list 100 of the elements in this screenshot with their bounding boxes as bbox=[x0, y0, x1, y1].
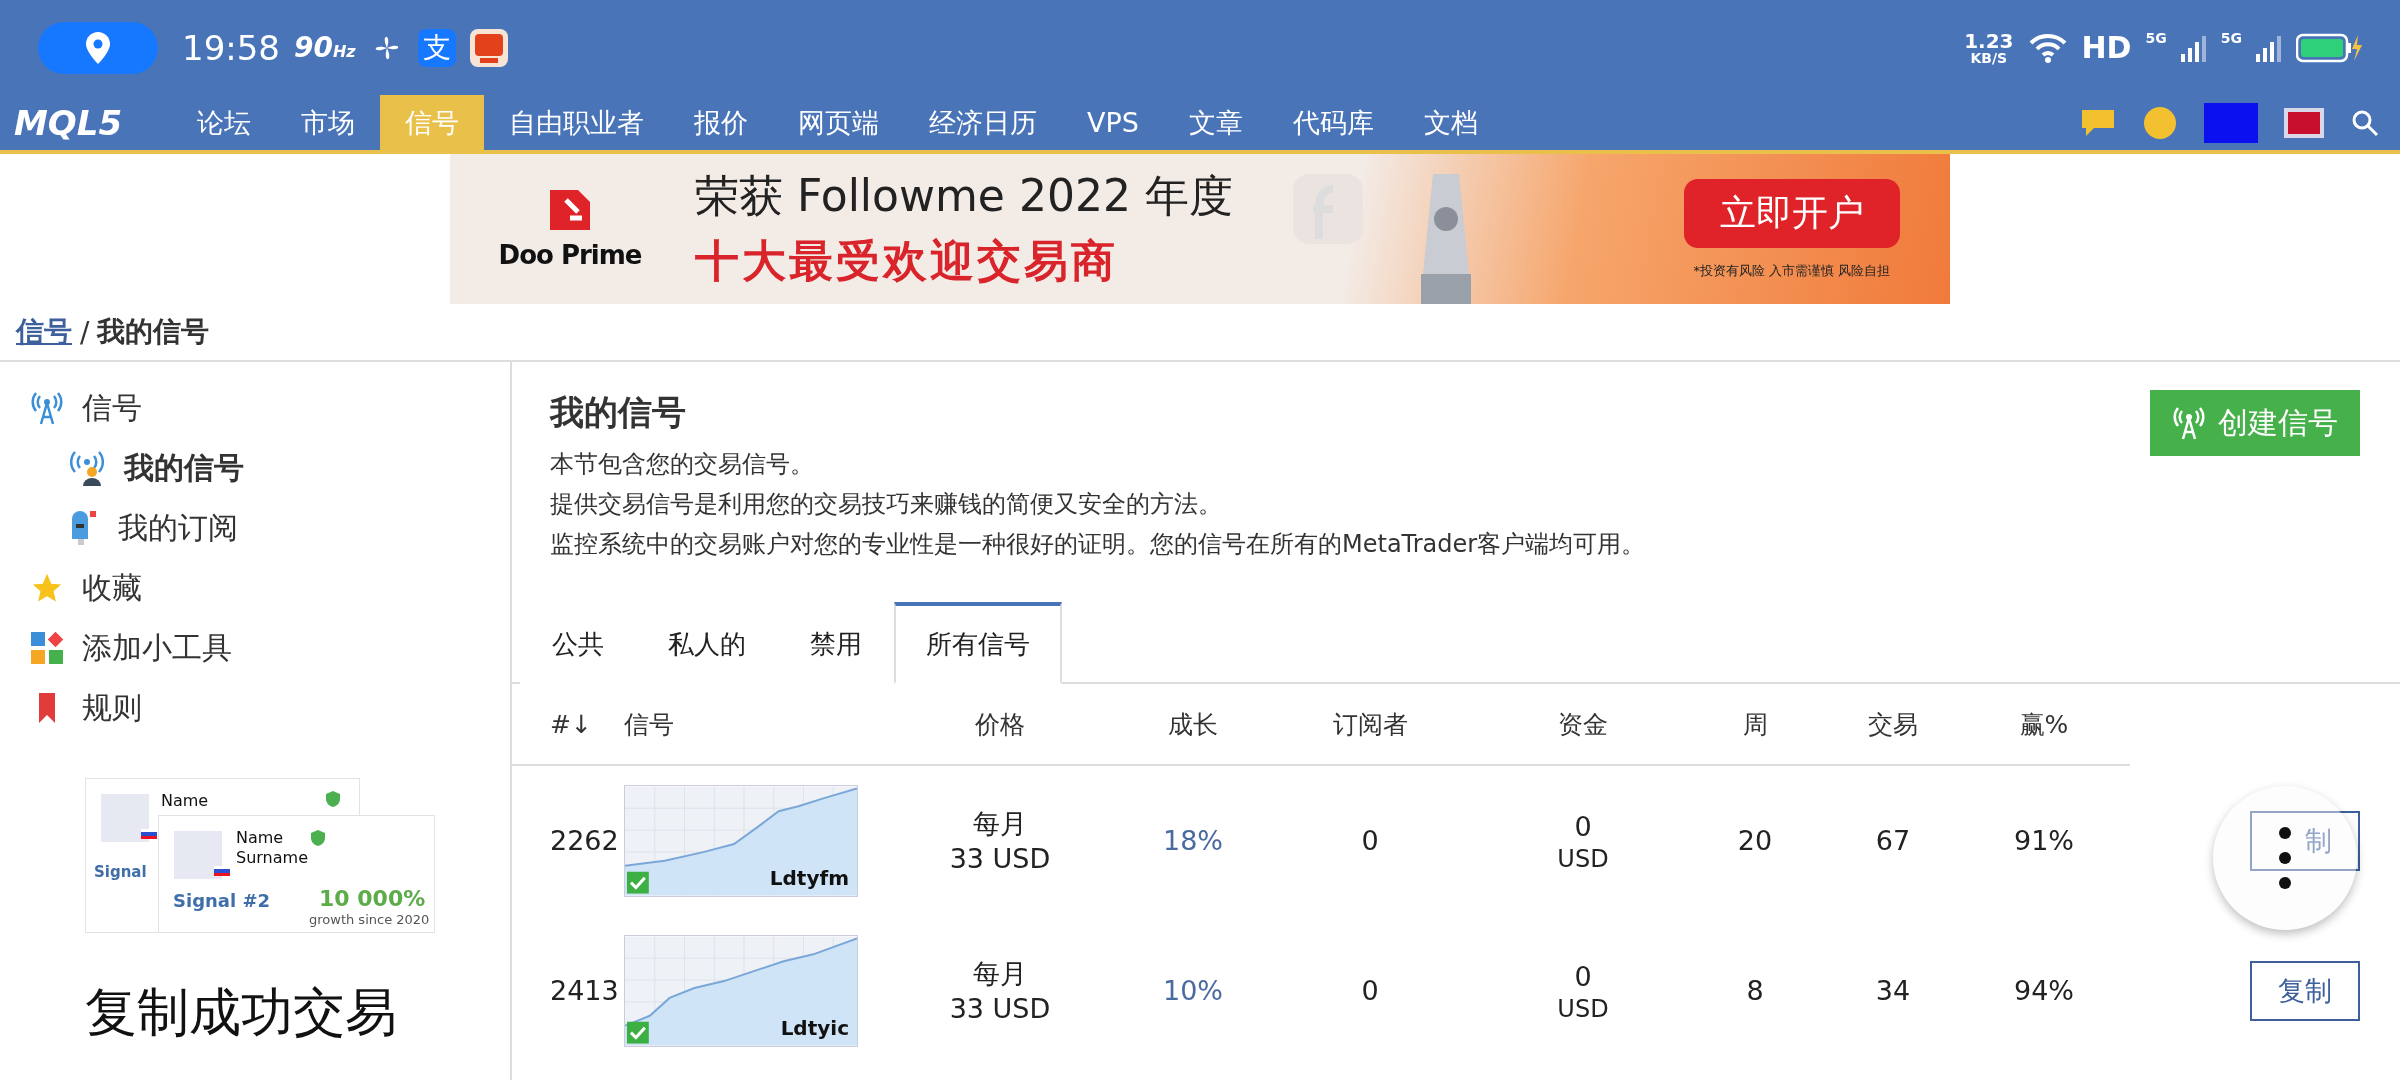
description-text: 本节包含您的交易信号。 bbox=[550, 449, 815, 480]
ad-banner[interactable]: Doo Prime 荣获 Followme 2022 年度 十大最受欢迎交易商 立即开户 *投资有风险 入市需谨慎 风险自担 bbox=[450, 154, 1950, 304]
shield-icon bbox=[326, 791, 340, 807]
sidebar-item[interactable]: 信号 bbox=[0, 378, 510, 438]
avatar-placeholder bbox=[101, 794, 149, 842]
nav-item[interactable]: 经济日历 bbox=[904, 95, 1063, 150]
sidebar-item[interactable]: 添加小工具 bbox=[0, 618, 510, 678]
table-cell-text: 0 bbox=[1361, 824, 1379, 859]
copy-button[interactable]: 复制 bbox=[2250, 961, 2360, 1021]
sidebar-item[interactable]: 收藏 bbox=[0, 558, 510, 618]
nav-item[interactable]: 自由职业者 bbox=[484, 95, 670, 150]
signal-strength-icon bbox=[2180, 33, 2207, 62]
column-header: 信号 bbox=[624, 708, 674, 741]
price-period: 每月 bbox=[973, 956, 1027, 991]
table-cell-text: 34 bbox=[1875, 974, 1911, 1009]
sidebar-item[interactable]: 我的订阅 bbox=[0, 498, 510, 558]
table-cell-text: 8 bbox=[1746, 974, 1764, 1009]
flag-icon bbox=[214, 866, 230, 876]
open-account-button[interactable]: 立即开户 bbox=[1684, 178, 1900, 248]
site-logo[interactable]: MQL5 bbox=[14, 95, 123, 150]
flag-icon[interactable] bbox=[2284, 107, 2324, 138]
flag-icon bbox=[141, 829, 157, 839]
description-text: 监控系统中的交易账户对您的专业性是一种很好的证明。您的信号在所有的MetaTrader客户端均可用。 bbox=[550, 529, 1647, 560]
nav-item[interactable]: 论坛 bbox=[172, 95, 277, 150]
signal-name: Ldtyfm bbox=[769, 866, 849, 890]
card-name: Name bbox=[161, 791, 209, 810]
shield-icon bbox=[311, 830, 325, 846]
tab[interactable]: 所有信号 bbox=[894, 602, 1062, 684]
table-cell-text: 94% bbox=[2014, 974, 2074, 1009]
table-cell-text: 91% bbox=[2014, 824, 2074, 859]
chat-icon[interactable] bbox=[2080, 107, 2116, 138]
price: 33 USD bbox=[949, 992, 1051, 1026]
table-cell-text: 0 bbox=[1361, 974, 1379, 1009]
column-header: 订阅者 bbox=[1332, 708, 1408, 741]
funds-amount: 0 bbox=[1574, 960, 1592, 995]
antenna-icon bbox=[30, 390, 64, 426]
battery-icon bbox=[2296, 32, 2362, 63]
card-name: Name bbox=[236, 828, 284, 847]
widgets-icon bbox=[30, 631, 64, 665]
table-cell-text: 20 bbox=[1737, 824, 1773, 859]
network-speed: 1.23 KB/S bbox=[1964, 30, 2014, 65]
signal-strength-icon bbox=[2256, 33, 2282, 62]
column-header: 价格 bbox=[975, 708, 1025, 741]
network-type: 5G bbox=[2145, 30, 2167, 46]
column-header: 成长 bbox=[1168, 708, 1218, 741]
network-type: 5G bbox=[2220, 30, 2242, 46]
brand-logo-icon bbox=[548, 188, 592, 232]
column-header: 资金 bbox=[1558, 708, 1608, 741]
nav-item[interactable]: 网页端 bbox=[773, 95, 905, 150]
more-icon bbox=[2278, 826, 2292, 890]
description-text: 提供交易信号是利用您的交易技巧来赚钱的简便又安全的方法。 bbox=[550, 489, 1223, 520]
breadcrumb-separator: / bbox=[80, 315, 90, 349]
column-header: 周 bbox=[1742, 708, 1768, 741]
funds-unit: USD bbox=[1557, 844, 1609, 873]
notification-icon[interactable] bbox=[2142, 104, 2178, 141]
price-period: 每月 bbox=[973, 806, 1027, 841]
sidebar-item[interactable]: 我的信号 bbox=[0, 438, 510, 498]
location-pin-icon bbox=[86, 31, 110, 64]
funds-amount: 0 bbox=[1574, 810, 1592, 845]
table-cell-text: 18% bbox=[1163, 824, 1223, 859]
column-header[interactable]: #↓ bbox=[512, 709, 592, 739]
promo-heading: 复制成功交易 bbox=[85, 981, 398, 1044]
nav-item[interactable]: 文档 bbox=[1398, 95, 1503, 150]
signal-name: Ldtyic bbox=[780, 1016, 849, 1040]
nav-item[interactable]: 文章 bbox=[1163, 95, 1268, 150]
card-signal: Signal #2 bbox=[173, 890, 271, 911]
nav-item[interactable]: 报价 bbox=[669, 95, 774, 150]
app-icon: 支 bbox=[417, 28, 456, 67]
column-header: 交易 bbox=[1868, 708, 1918, 741]
avatar-placeholder bbox=[174, 831, 222, 879]
table-cell-text: 67 bbox=[1875, 824, 1911, 859]
nav-item[interactable]: 代码库 bbox=[1267, 95, 1399, 150]
clock: 19:58 bbox=[182, 27, 280, 68]
price: 33 USD bbox=[949, 842, 1051, 876]
card-signal: Signal bbox=[94, 863, 147, 881]
shopping-app-icon bbox=[469, 28, 508, 67]
card-growth: 10 000% bbox=[319, 886, 426, 911]
table-cell-text: 2413 bbox=[549, 974, 619, 1009]
page-title: 我的信号 bbox=[550, 391, 687, 434]
column-header: 赢% bbox=[2019, 708, 2069, 741]
nav-item[interactable]: VPS bbox=[1062, 95, 1164, 150]
copy-button[interactable]: 制 bbox=[2250, 811, 2360, 871]
nav-item[interactable]: 市场 bbox=[276, 95, 381, 150]
funds-unit: USD bbox=[1557, 994, 1609, 1023]
sidebar-item[interactable]: 规则 bbox=[0, 678, 510, 738]
breadcrumb-current: 我的信号 bbox=[97, 314, 210, 350]
broadcaster-icon bbox=[68, 450, 106, 486]
risk-disclaimer: *投资有风险 入市需谨慎 风险自担 bbox=[1693, 261, 1891, 280]
table-cell-text: 10% bbox=[1163, 974, 1223, 1009]
wifi-icon bbox=[2027, 32, 2068, 63]
refresh-rate: 90Hz bbox=[294, 31, 356, 64]
hd-indicator: HD bbox=[2081, 30, 2132, 65]
table-cell-text: 2262 bbox=[549, 824, 619, 859]
location-button[interactable] bbox=[38, 21, 158, 74]
create-signal-button[interactable]: 创建信号 bbox=[2150, 390, 2360, 456]
banner-headline: 荣获 Followme 2022 年度 bbox=[695, 169, 1233, 223]
floating-menu[interactable] bbox=[2213, 786, 2357, 930]
brand-name: Doo Prime bbox=[498, 240, 642, 270]
card-growth-note: growth since 2020 bbox=[309, 912, 430, 927]
breadcrumb-link[interactable]: 信号 bbox=[16, 313, 72, 351]
